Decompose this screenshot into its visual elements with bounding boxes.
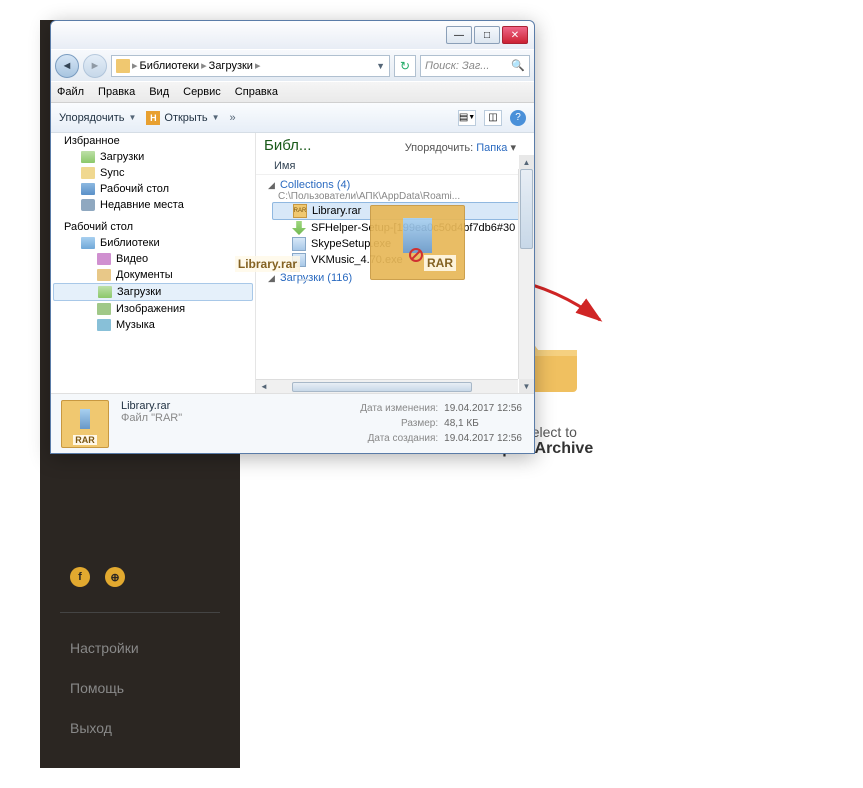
folder-icon (98, 286, 112, 298)
details-metadata: Дата изменения:19.04.2017 12:56 Размер:4… (358, 400, 524, 447)
arrange-by[interactable]: Упорядочить: Папка ▾ (405, 141, 516, 154)
breadcrumb-dropdown-icon[interactable]: ▼ (376, 61, 385, 71)
details-file-icon: RAR (61, 400, 109, 448)
video-icon (97, 253, 111, 265)
maximize-button[interactable]: □ (474, 26, 500, 44)
library-title: Библ... (264, 137, 311, 154)
close-button[interactable]: ✕ (502, 26, 528, 44)
explorer-toolbar: Упорядочить▼ Н Открыть▼ » ▤▼ ◫ ? (51, 103, 534, 133)
menu-service[interactable]: Сервис (183, 86, 221, 98)
tree-music[interactable]: Музыка (51, 317, 255, 333)
forward-button[interactable]: ► (83, 54, 107, 78)
tree-images[interactable]: Изображения (51, 301, 255, 317)
menu-settings[interactable]: Настройки (40, 628, 240, 668)
no-drop-icon (409, 248, 423, 262)
rar-file-icon: RAR (293, 204, 307, 218)
column-name[interactable]: Имя (256, 156, 534, 175)
dl-file-icon (292, 221, 306, 235)
details-pane: RAR Library.rar Файл "RAR" Дата изменени… (51, 393, 534, 453)
details-filename: Library.rar (121, 400, 346, 412)
recent-icon (81, 199, 95, 211)
tree-recent[interactable]: Недавние места (51, 197, 255, 213)
open-badge-icon: Н (146, 111, 160, 125)
document-icon (97, 269, 111, 281)
tree-downloads[interactable]: Загрузки (51, 149, 255, 165)
breadcrumb-part[interactable]: Загрузки (209, 60, 253, 72)
tree-sync[interactable]: Sync (51, 165, 255, 181)
folder-icon (81, 151, 95, 163)
tree-video[interactable]: Видео (51, 251, 255, 267)
open-button[interactable]: Н Открыть▼ (146, 111, 219, 125)
library-icon (81, 237, 95, 249)
globe-icon[interactable]: ⊕ (105, 567, 125, 587)
refresh-button[interactable]: ↻ (394, 55, 416, 77)
tree-favorites[interactable]: Избранное (51, 133, 255, 149)
explorer-menubar: Файл Правка Вид Сервис Справка (51, 81, 534, 103)
tree-libraries[interactable]: Библиотеки (51, 235, 255, 251)
search-input[interactable]: Поиск: Заг... 🔍 (420, 55, 530, 77)
nav-tree: Избранное Загрузки Sync Рабочий стол Нед… (51, 133, 256, 393)
toolbar-overflow-icon[interactable]: » (230, 112, 236, 124)
folder-icon (81, 167, 95, 179)
desktop-icon (81, 183, 95, 195)
minimize-button[interactable]: — (446, 26, 472, 44)
breadcrumb-part[interactable]: Библиотеки (140, 60, 200, 72)
image-icon (97, 303, 111, 315)
breadcrumb[interactable]: ▸ Библиотеки ▸ Загрузки ▸ ▼ (111, 55, 390, 77)
tree-desktop[interactable]: Рабочий стол (51, 181, 255, 197)
search-icon[interactable]: 🔍 (511, 59, 525, 72)
view-mode-button[interactable]: ▤▼ (458, 110, 476, 126)
explorer-titlebar[interactable]: — □ ✕ (51, 21, 534, 49)
menu-edit[interactable]: Правка (98, 86, 135, 98)
file-group-header[interactable]: ◢ Collections (4) (268, 179, 526, 191)
details-filetype: Файл "RAR" (121, 412, 346, 424)
music-icon (97, 319, 111, 331)
tree-downloads-selected[interactable]: Загрузки (53, 283, 253, 301)
sidebar-divider (60, 612, 220, 613)
tree-documents[interactable]: Документы (51, 267, 255, 283)
explorer-navbar: ◄ ► ▸ Библиотеки ▸ Загрузки ▸ ▼ ↻ Поиск:… (51, 49, 534, 81)
file-name: Library.rar (312, 205, 361, 217)
menu-exit[interactable]: Выход (40, 708, 240, 748)
drag-ghost-icon: RAR Library.rar (370, 205, 465, 280)
drag-filename-tag: Library.rar (299, 279, 309, 281)
preview-pane-button[interactable]: ◫ (484, 110, 502, 126)
group-path: C:\Пользователи\АПК\AppData\Roami... (268, 191, 526, 202)
tree-desktop-root[interactable]: Рабочий стол (51, 219, 255, 235)
exe-file-icon (292, 237, 306, 251)
menu-file[interactable]: Файл (57, 86, 84, 98)
vertical-scrollbar[interactable]: ▲▼ (518, 169, 534, 379)
social-icons: f ⊕ (40, 567, 240, 612)
location-icon (116, 59, 130, 73)
back-button[interactable]: ◄ (55, 54, 79, 78)
menu-help[interactable]: Справка (235, 86, 278, 98)
search-placeholder: Поиск: Заг... (425, 60, 489, 72)
help-icon[interactable]: ? (510, 110, 526, 126)
facebook-icon[interactable]: f (70, 567, 90, 587)
menu-view[interactable]: Вид (149, 86, 169, 98)
menu-help[interactable]: Помощь (40, 668, 240, 708)
horizontal-scrollbar[interactable]: ◄ (256, 379, 518, 393)
organize-button[interactable]: Упорядочить▼ (59, 112, 136, 124)
